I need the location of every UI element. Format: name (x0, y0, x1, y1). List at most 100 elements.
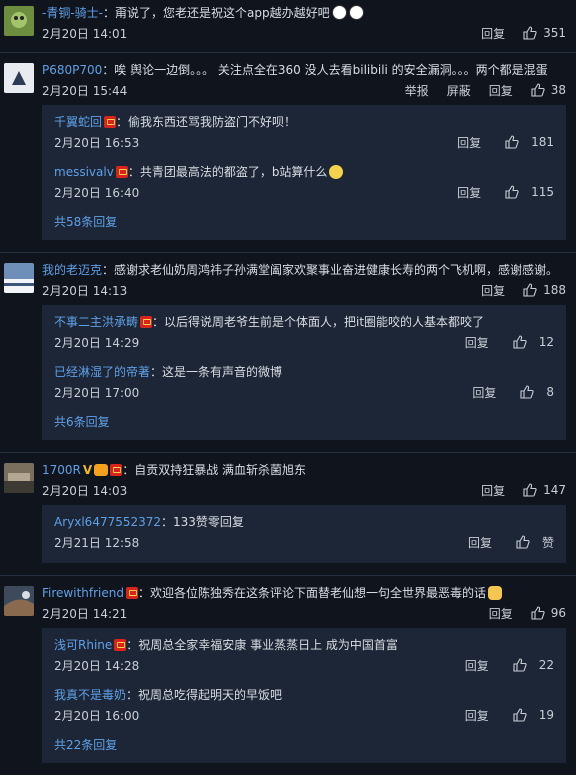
avatar[interactable] (4, 463, 34, 493)
like-button[interactable]: 181 (505, 135, 554, 149)
like-button[interactable]: 96 (531, 606, 566, 620)
username[interactable]: 我的老迈克 (42, 263, 102, 277)
comment: Firewithfriend ：欢迎各位陈独秀在这条评论下面替老仙想一句全世界最恶… (0, 576, 576, 775)
report-button[interactable]: 举报 (405, 82, 429, 99)
reply-text: ：祝周总全家幸福安康 事业蒸蒸日上 成为中国首富 (126, 638, 398, 652)
timestamp: 2月21日 12:58 (54, 535, 140, 550)
vip-badge-icon (110, 464, 123, 476)
username[interactable]: P680P700 (42, 63, 102, 77)
vip-badge-icon (115, 166, 128, 178)
timestamp: 2月20日 14:21 (42, 606, 128, 621)
thumbs-up-icon (513, 708, 527, 722)
thumbs-up-icon (531, 606, 545, 620)
reply-username[interactable]: 不事二主洪承畴 (54, 315, 138, 329)
reply-username[interactable]: 浅可Rhine (54, 638, 112, 652)
comment-meta: 2月20日 15:44 举报 屏蔽 回复 38 (42, 79, 566, 101)
username[interactable]: -青铜-骑士- (42, 6, 103, 20)
view-more-replies-link[interactable]: 共22条回复 (54, 732, 554, 759)
reply-list: 不事二主洪承畴 ：以后得说周老爷生前是个体面人，把it圈能咬的人基本都咬了 2月2… (42, 305, 566, 440)
vip-badge-icon (140, 316, 153, 328)
comment-body: -青铜-骑士-：甭说了，您老还是祝这个app越办越好吧 (42, 4, 566, 22)
like-button[interactable]: 351 (523, 26, 566, 40)
reply-button[interactable]: 回复 (468, 534, 492, 551)
reply-button[interactable]: 回复 (465, 334, 489, 351)
reply-text: ：133赞零回复 (161, 515, 244, 529)
reply-item: 不事二主洪承畴 ：以后得说周老爷生前是个体面人，把it圈能咬的人基本都咬了 2月2… (54, 309, 554, 359)
comment-text: ：欢迎各位陈独秀在这条评论下面替老仙想一句全世界最恶毒的话 (137, 586, 486, 600)
reply-username[interactable]: 千翼蛇回 (54, 115, 102, 129)
comment: 我的老迈克：感谢求老仙奶周鸿祎子孙满堂阖家欢聚事业奋进健康长寿的两个飞机啊，感谢… (0, 253, 576, 453)
reply-text: ：祝周总吃得起明天的早饭吧 (126, 688, 283, 702)
like-count: 96 (550, 606, 566, 620)
like-button[interactable]: 115 (505, 185, 554, 199)
thumbs-up-icon (523, 483, 537, 497)
like-count: 351 (543, 26, 566, 40)
avatar[interactable] (4, 586, 34, 616)
reply-item: messivalv ：共青团最高法的都盗了，b站算什么 2月20日 16:40 回… (54, 159, 554, 209)
like-button[interactable]: 22 (513, 658, 554, 672)
reply-button[interactable]: 回复 (457, 184, 481, 201)
reply-username[interactable]: 已经淋湿了的帝著 (54, 365, 150, 379)
like-count: 22 (538, 658, 554, 672)
laugh-emoji-icon (329, 165, 344, 179)
avatar[interactable] (4, 6, 34, 36)
username[interactable]: 1700R (42, 463, 81, 477)
reply-button[interactable]: 回复 (465, 707, 489, 724)
timestamp: 2月20日 16:40 (54, 185, 140, 200)
timestamp: 2月20日 14:13 (42, 283, 128, 298)
timestamp: 2月20日 17:00 (54, 385, 140, 400)
reply-item: 我真不是毒奶：祝周总吃得起明天的早饭吧 2月20日 16:00 回复 19 (54, 682, 554, 732)
like-button[interactable]: 8 (520, 385, 554, 399)
panda-emoji-icon (331, 5, 347, 20)
reply-button[interactable]: 回复 (472, 384, 496, 401)
reply-list: Aryxl6477552372：133赞零回复 2月21日 12:58 回复 赞 (42, 505, 566, 563)
like-button[interactable]: 19 (513, 708, 554, 722)
avatar[interactable] (4, 63, 34, 93)
thumbs-up-icon (516, 535, 530, 549)
reply-button[interactable]: 回复 (481, 25, 505, 42)
avatar[interactable] (4, 263, 34, 293)
comment: -青铜-骑士-：甭说了，您老还是祝这个app越办越好吧 2月20日 14:01 … (0, 0, 576, 53)
reply-list: 浅可Rhine ：祝周总全家幸福安康 事业蒸蒸日上 成为中国首富 2月20日 14… (42, 628, 566, 763)
reply-username[interactable]: Aryxl6477552372 (54, 515, 161, 529)
vip-badge-icon (104, 116, 117, 128)
reply-text: ：偷我东西还骂我防盗门不好呗！ (116, 115, 297, 129)
like-button[interactable]: 38 (531, 83, 566, 97)
vip-badge-icon (114, 639, 127, 651)
block-button[interactable]: 屏蔽 (447, 82, 471, 99)
reply-button[interactable]: 回复 (481, 482, 505, 499)
view-more-replies-link[interactable]: 共58条回复 (54, 209, 554, 236)
comment-text: ：自贡双持狂暴战 满血斩杀菌旭东 (122, 463, 307, 477)
reply-button[interactable]: 回复 (489, 605, 513, 622)
like-count: 188 (543, 283, 566, 297)
panda-emoji-icon (348, 5, 364, 20)
reply-button[interactable]: 回复 (457, 134, 481, 151)
view-more-replies-link[interactable]: 共6条回复 (54, 409, 554, 436)
cat-emoji-icon (488, 586, 502, 600)
vip-badge-icon (125, 587, 138, 599)
like-button[interactable]: 12 (513, 335, 554, 349)
username[interactable]: Firewithfriend (42, 586, 124, 600)
like-count: 12 (538, 335, 554, 349)
like-button[interactable]: 147 (523, 483, 566, 497)
reply-button[interactable]: 回复 (489, 82, 513, 99)
comment-body: P680P700：唉 舆论一边倒。。。 关注点全在360 没人去看bilibil… (42, 61, 566, 79)
timestamp: 2月20日 15:44 (42, 83, 128, 98)
reply-username[interactable]: 我真不是毒奶 (54, 688, 126, 702)
reply-username[interactable]: messivalv (54, 165, 114, 179)
like-button[interactable]: 赞 (516, 534, 554, 551)
like-count: 8 (546, 385, 554, 399)
thumbs-up-icon (505, 135, 519, 149)
reply-button[interactable]: 回复 (465, 657, 489, 674)
like-label: 赞 (541, 535, 554, 550)
reply-item: Aryxl6477552372：133赞零回复 2月21日 12:58 回复 赞 (54, 509, 554, 559)
reply-item: 已经淋湿了的帝著：这是一条有声音的微博 2月20日 17:00 回复 8 (54, 359, 554, 409)
reply-button[interactable]: 回复 (481, 282, 505, 299)
reply-item: 千翼蛇回 ：偷我东西还骂我防盗门不好呗！ 2月20日 16:53 回复 181 (54, 109, 554, 159)
like-button[interactable]: 188 (523, 283, 566, 297)
timestamp: 2月20日 14:03 (42, 483, 128, 498)
comment-meta: 2月20日 14:21 回复 96 (42, 602, 566, 624)
timestamp: 2月20日 14:01 (42, 26, 128, 41)
timestamp: 2月20日 14:29 (54, 335, 140, 350)
reply-list: 千翼蛇回 ：偷我东西还骂我防盗门不好呗！ 2月20日 16:53 回复 181 m… (42, 105, 566, 240)
